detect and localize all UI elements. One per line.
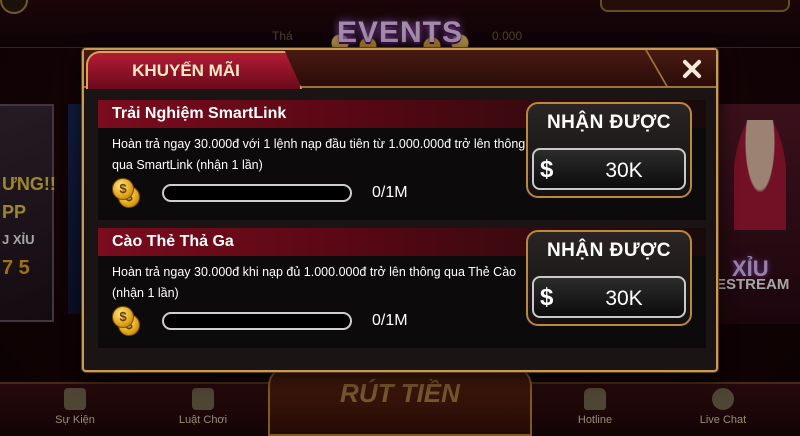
claim-button[interactable]: $ 30K [532,276,686,318]
claim-label: NHẬN ĐƯỢC [546,112,672,133]
claim-button[interactable]: $ 30K [532,148,686,190]
promo-description: Hoàn trả ngay 30.000đ khi nạp đủ 1.000.0… [112,265,517,300]
dollar-icon: $ [540,156,554,183]
promo-title: Trải Nghiệm SmartLink [112,105,287,122]
progress-bar [162,184,352,202]
coin-icon: $ $ [112,178,142,208]
claim-amount: 30K [605,287,643,310]
modal-header: KHUYẾN MÃI [84,50,716,89]
tab-promotions-label: KHUYẾN MÃI [132,61,240,80]
coin-icon: $ $ [112,306,142,336]
close-button[interactable] [678,56,706,82]
promo-title: Cào Thẻ Thả Ga [112,233,234,250]
progress-text: 0/1M [372,184,408,201]
claim-panel: NHẬN ĐƯỢC $ 30K [526,102,692,198]
promo-description: Hoàn trả ngay 30.000đ với 1 lệnh nạp đầu… [112,137,526,172]
progress-bar [162,312,352,330]
promo-card-scratch-card: Cào Thẻ Thả Ga Hoàn trả ngay 30.000đ khi… [98,228,706,348]
promo-card-smartlink: Trải Nghiệm SmartLink Hoàn trả ngay 30.0… [98,100,706,220]
progress-text: 0/1M [372,312,408,329]
claim-panel: NHẬN ĐƯỢC $ 30K [526,230,692,326]
claim-label: NHẬN ĐƯỢC [546,240,672,261]
promotions-modal: KHUYẾN MÃI Trải Nghiệm SmartLink Hoàn tr… [82,48,718,372]
dollar-icon: $ [540,284,554,311]
claim-amount: 30K [605,159,643,182]
